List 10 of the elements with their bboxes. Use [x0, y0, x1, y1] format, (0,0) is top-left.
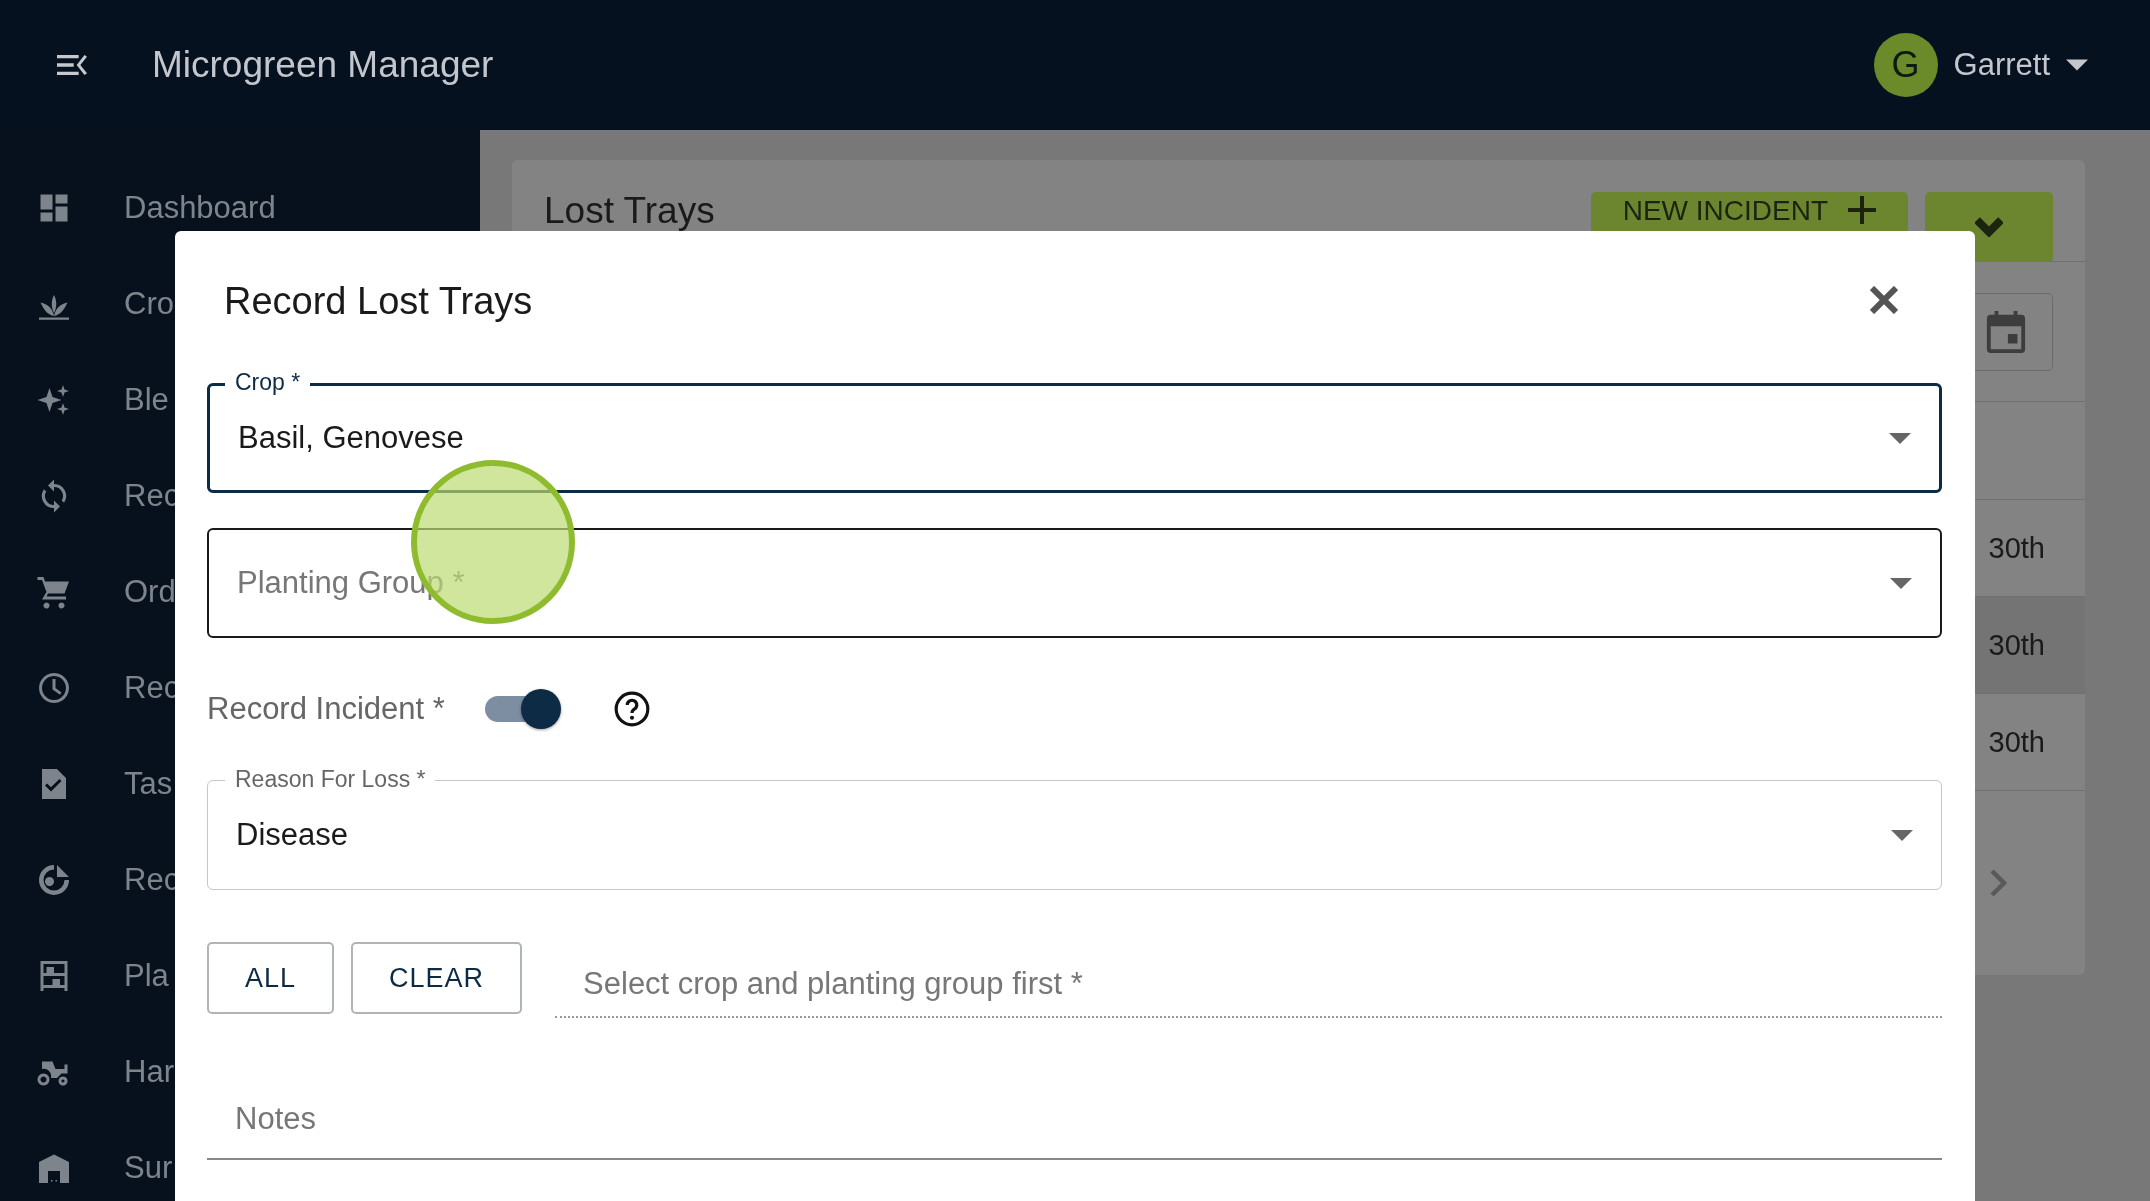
dialog-title: Record Lost Trays	[224, 279, 533, 323]
field-value: Basil, Genovese	[238, 420, 465, 456]
user-avatar: G	[1873, 33, 1938, 97]
field-value: Disease	[236, 817, 349, 853]
table-cell: 30th	[1988, 628, 2045, 662]
switch-label: Record Incident *	[207, 691, 445, 727]
table-cell: 30th	[1988, 531, 2045, 565]
table-cell: 30th	[1988, 725, 2045, 759]
app-title: Microgreen Manager	[152, 44, 495, 86]
page-title: Lost Trays	[544, 192, 716, 230]
